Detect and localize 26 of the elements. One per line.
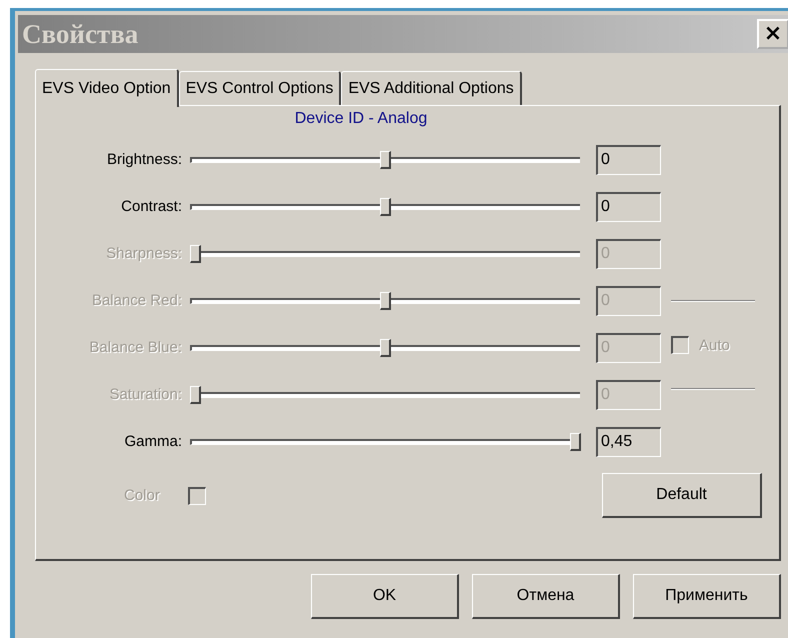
slider-thumb[interactable] xyxy=(570,432,581,450)
tab[interactable]: EVS Control Options xyxy=(178,71,342,105)
value-field[interactable]: 0 xyxy=(596,192,661,222)
slider-track[interactable] xyxy=(190,196,580,216)
slider-label: Contrast: xyxy=(120,198,183,215)
tab[interactable]: EVS Additional Options xyxy=(341,71,522,105)
close-button[interactable]: × xyxy=(757,19,788,49)
slider-track[interactable] xyxy=(190,338,580,358)
slider-label: Gamma: xyxy=(123,433,183,450)
value-field[interactable]: 0 xyxy=(596,144,661,174)
default-button[interactable]: Default xyxy=(602,473,762,518)
slider-track[interactable] xyxy=(190,384,580,404)
dialog-button[interactable]: Отмена xyxy=(472,574,620,619)
slider-track[interactable] xyxy=(190,150,580,170)
window-title: Свойства xyxy=(22,18,138,50)
slider-track[interactable] xyxy=(190,290,580,310)
slider-track[interactable] xyxy=(190,244,580,264)
slider-thumb[interactable] xyxy=(380,198,391,216)
slider-label: Brightness: xyxy=(106,151,183,168)
tab[interactable]: EVS Video Option xyxy=(35,69,179,107)
slider-thumb[interactable] xyxy=(380,150,391,168)
slider-track[interactable] xyxy=(190,432,580,452)
dialog-button[interactable]: Применить xyxy=(633,574,781,619)
value-field[interactable]: 0,45 xyxy=(596,426,661,456)
device-label: Device ID - Analog xyxy=(294,110,428,129)
dialog-button[interactable]: OK xyxy=(311,574,459,619)
